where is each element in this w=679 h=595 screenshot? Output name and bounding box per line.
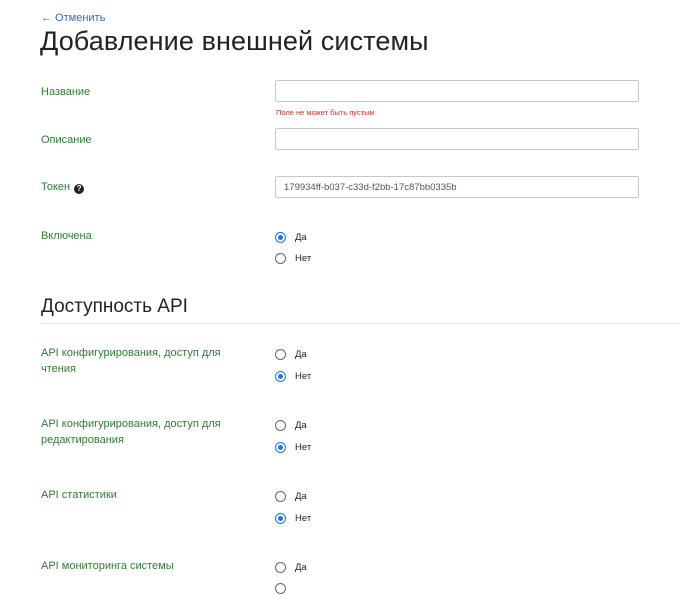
enabled-yes-label: Да <box>295 231 307 243</box>
name-error-message: Поле не может быть пустым <box>276 108 375 117</box>
api-monitoring-label: API мониторинга системы <box>41 560 174 572</box>
token-input[interactable] <box>275 176 639 198</box>
api-config-edit-yes-option[interactable]: Да <box>275 418 307 432</box>
page-title: Добавление внешней системы <box>40 26 429 56</box>
api-monitoring-no-radio[interactable] <box>275 582 286 594</box>
enabled-no-radio[interactable] <box>275 252 286 264</box>
enabled-yes-option[interactable]: Да <box>275 230 307 244</box>
token-label-row: Токен? <box>41 179 85 195</box>
api-monitoring-yes-radio[interactable] <box>275 561 286 573</box>
token-label: Токен <box>41 181 71 193</box>
name-input[interactable] <box>275 80 639 102</box>
enabled-yes-radio[interactable] <box>275 231 286 243</box>
question-circle-icon[interactable]: ? <box>74 184 85 194</box>
api-monitoring-yes-option[interactable]: Да <box>275 560 307 574</box>
api-config-edit-no-radio[interactable] <box>275 441 286 453</box>
api-config-edit-no-option[interactable]: Нет <box>275 440 311 454</box>
api-config-edit-yes-radio[interactable] <box>275 419 286 431</box>
section-divider <box>41 323 679 324</box>
cancel-link[interactable]: ← Отменить <box>41 12 105 24</box>
api-statistics-no-radio[interactable] <box>275 512 286 524</box>
enabled-no-option[interactable]: Нет <box>275 251 311 265</box>
description-input[interactable] <box>275 128 639 150</box>
name-label: Название <box>41 86 91 98</box>
api-statistics-yes-radio[interactable] <box>275 490 286 502</box>
api-config-edit-no-label: Нет <box>295 441 312 453</box>
api-statistics-label: API статистики <box>41 489 117 501</box>
api-config-read-yes-radio[interactable] <box>275 348 286 360</box>
enabled-label: Включена <box>41 230 92 242</box>
api-config-read-label: API конфигурирования, доступ для чтения <box>41 347 221 375</box>
api-config-read-yes-label: Да <box>295 348 307 360</box>
api-section-title: Доступность API <box>41 296 188 317</box>
api-config-read-no-radio[interactable] <box>275 370 286 382</box>
api-config-edit-label: API конфигурирования, доступ для редакти… <box>41 418 221 446</box>
api-config-read-no-label: Нет <box>295 370 312 382</box>
enabled-no-label: Нет <box>295 252 312 264</box>
api-config-edit-yes-label: Да <box>295 419 307 431</box>
api-statistics-yes-label: Да <box>295 490 307 502</box>
api-config-read-yes-option[interactable]: Да <box>275 347 307 361</box>
description-label: Описание <box>41 134 92 146</box>
api-statistics-no-label: Нет <box>295 512 312 524</box>
api-statistics-no-option[interactable]: Нет <box>275 511 311 525</box>
api-monitoring-yes-label: Да <box>295 561 307 573</box>
api-config-read-no-option[interactable]: Нет <box>275 369 311 383</box>
api-monitoring-no-option[interactable] <box>275 581 286 595</box>
api-statistics-yes-option[interactable]: Да <box>275 489 307 503</box>
